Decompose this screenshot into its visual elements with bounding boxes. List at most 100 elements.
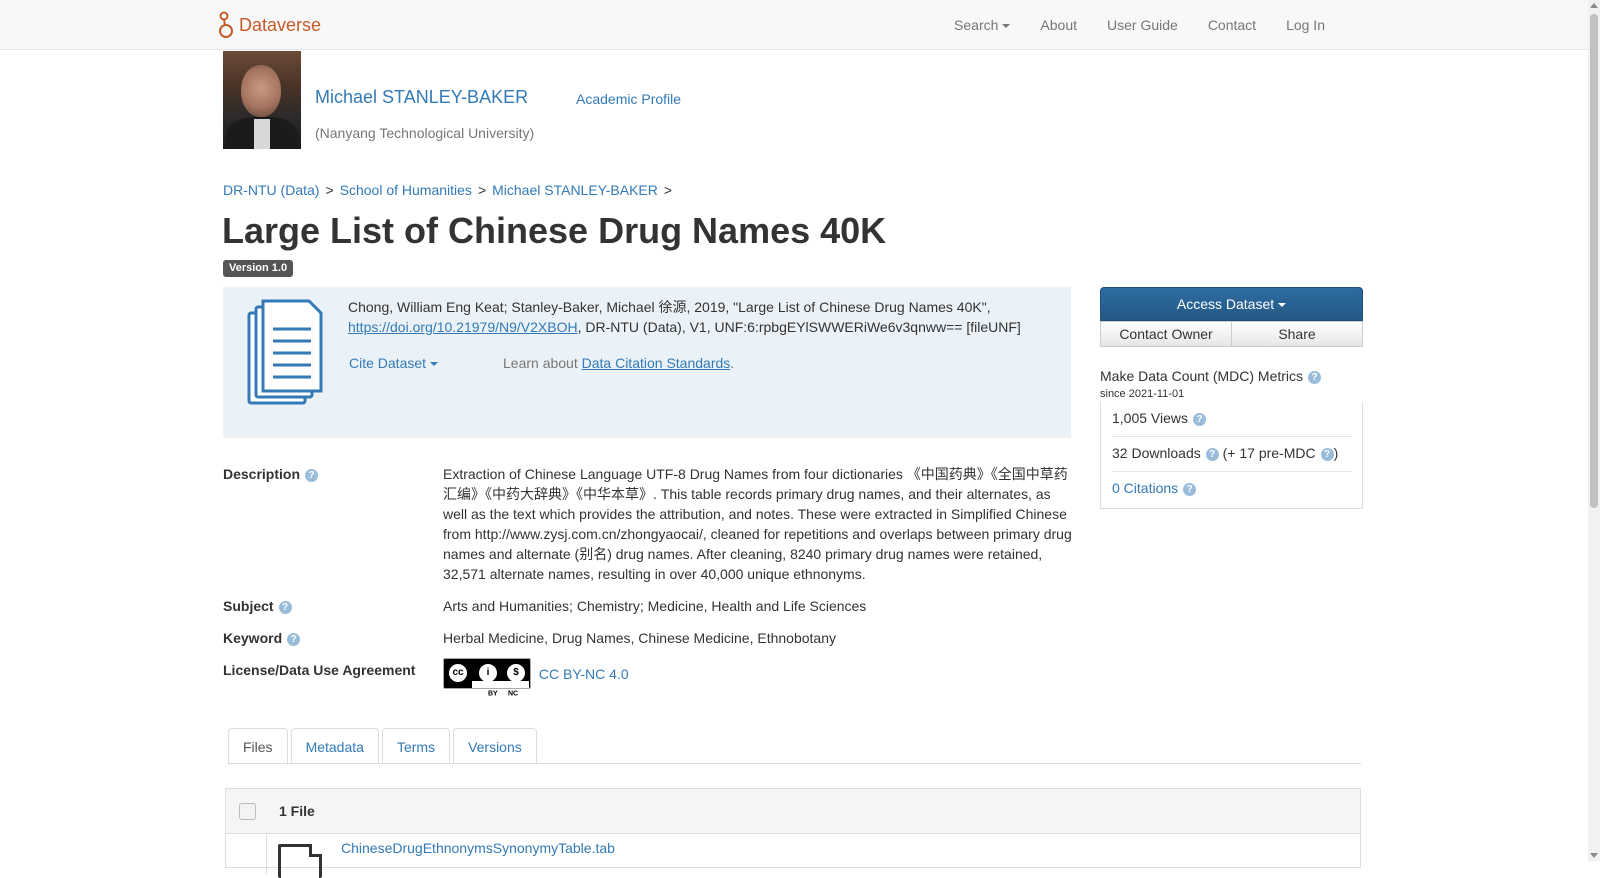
dataset-title: Large List of Chinese Drug Names 40K <box>222 210 887 251</box>
contact-owner-button[interactable]: Contact Owner <box>1100 321 1232 347</box>
nav-links: Search About User Guide Contact Log In <box>939 0 1340 50</box>
files-table-header: 1 File <box>226 789 1360 834</box>
downloads-metric: 32 Downloads? (+ 17 pre-MDC?) <box>1112 445 1338 461</box>
description-value: Extraction of Chinese Language UTF-8 Dru… <box>443 466 1072 582</box>
breadcrumb-separator: > <box>325 182 334 198</box>
citations-metric: 0 Citations? <box>1112 480 1197 496</box>
table-row: ChineseDrugEthnonymsSynonymyTable.tab <box>226 834 1360 878</box>
breadcrumb-separator: > <box>663 182 673 198</box>
learn-about-text: Learn about Data Citation Standards. <box>503 355 734 371</box>
question-icon[interactable]: ? <box>1320 448 1334 461</box>
dataverse-name-link[interactable]: Michael STANLEY-BAKER <box>315 87 528 108</box>
cell-divider <box>266 834 267 874</box>
divider <box>1112 471 1352 472</box>
citation-text: Chong, William Eng Keat; Stanley-Baker, … <box>348 297 1063 337</box>
citations-link[interactable]: 0 Citations <box>1112 480 1178 496</box>
version-badge: Version 1.0 <box>223 260 294 277</box>
file-icon <box>278 844 322 878</box>
license-label: License/Data Use Agreement <box>223 662 416 678</box>
nav-contact[interactable]: Contact <box>1193 0 1271 50</box>
citation-box: Chong, William Eng Keat; Stanley-Baker, … <box>223 287 1071 438</box>
breadcrumb: DR-NTU (Data) > School of Humanities > M… <box>223 182 672 198</box>
dataverse-affiliation: (Nanyang Technological University) <box>315 125 535 141</box>
file-count: 1 File <box>279 803 315 819</box>
cc-license-icon[interactable]: cc i $ BY NC <box>443 658 531 698</box>
mdc-title-label: Make Data Count (MDC) Metrics <box>1100 368 1304 384</box>
breadcrumb-separator: > <box>477 182 487 198</box>
caret-down-icon <box>1278 303 1287 308</box>
subject-label-text: Subject <box>223 598 274 614</box>
license-value: cc i $ BY NC CC BY-NC 4.0 <box>443 658 629 698</box>
share-button[interactable]: Share <box>1232 321 1363 347</box>
question-icon[interactable]: ? <box>1308 371 1322 384</box>
access-dataset-button[interactable]: Access Dataset <box>1100 287 1363 321</box>
views-label: 1,005 Views <box>1112 410 1189 426</box>
question-icon[interactable]: ? <box>1193 413 1207 426</box>
pre-mdc-close: ) <box>1333 445 1339 461</box>
document-icon <box>247 299 323 405</box>
nav-search-label: Search <box>954 17 999 33</box>
description-label-text: Description <box>223 466 301 482</box>
tab-terms[interactable]: Terms <box>381 728 451 764</box>
tab-metadata[interactable]: Metadata <box>290 728 379 764</box>
mdc-since: since 2021-11-01 <box>1100 388 1185 400</box>
keyword-label-text: Keyword <box>223 630 283 646</box>
dataverse-logo-icon <box>219 11 233 38</box>
caret-down-icon <box>430 362 439 367</box>
mdc-metrics-title: Make Data Count (MDC) Metrics? <box>1100 368 1322 384</box>
scroll-down-arrow-icon[interactable] <box>1590 853 1598 858</box>
citation-suffix: , DR-NTU (Data), V1, UNF:6:rpbgEYlSWWERi… <box>577 319 1021 335</box>
scroll-thumb[interactable] <box>1590 14 1598 508</box>
divider <box>1112 436 1352 437</box>
dataset-tabs: Files Metadata Terms Versions <box>228 728 537 765</box>
tab-versions[interactable]: Versions <box>453 728 537 764</box>
file-name-link[interactable]: ChineseDrugEthnonymsSynonymyTable.tab <box>341 840 615 856</box>
nav-user-guide[interactable]: User Guide <box>1092 0 1193 50</box>
avatar-face <box>241 65 281 117</box>
scroll-up-arrow-icon[interactable] <box>1590 3 1598 8</box>
files-table: 1 File ChineseDrugEthnonymsSynonymyTable… <box>225 788 1361 878</box>
breadcrumb-item-school[interactable]: School of Humanities <box>340 182 472 198</box>
dataset-actions: Contact Owner Share <box>1100 321 1363 347</box>
cc-circle: cc <box>447 662 469 684</box>
subject-label: Subject? <box>223 598 292 614</box>
license-link[interactable]: CC BY-NC 4.0 <box>539 666 629 682</box>
avatar-shirt <box>254 119 270 149</box>
citation-authors: Chong, William Eng Keat; Stanley-Baker, … <box>348 299 991 315</box>
access-dataset-label: Access Dataset <box>1176 296 1275 312</box>
cite-dataset-dropdown[interactable]: Cite Dataset <box>349 355 439 371</box>
tab-files[interactable]: Files <box>228 728 288 765</box>
brand[interactable]: Dataverse <box>219 10 321 40</box>
nav-about[interactable]: About <box>1025 0 1092 50</box>
dataverse-avatar[interactable] <box>223 51 301 149</box>
views-metric: 1,005 Views? <box>1112 410 1207 426</box>
metrics-panel: 1,005 Views? 32 Downloads? (+ 17 pre-MDC… <box>1100 402 1363 509</box>
subject-value: Arts and Humanities; Chemistry; Medicine… <box>443 598 867 614</box>
select-all-checkbox[interactable] <box>239 803 256 820</box>
question-icon[interactable]: ? <box>1183 483 1197 496</box>
question-icon[interactable]: ? <box>287 633 301 646</box>
svg-text:NC: NC <box>508 691 518 697</box>
navbar: Dataverse Search About User Guide Contac… <box>0 0 1588 50</box>
downloads-label: 32 Downloads <box>1112 445 1201 461</box>
keyword-value: Herbal Medicine, Drug Names, Chinese Med… <box>443 630 836 646</box>
scrollbar[interactable] <box>1588 0 1600 861</box>
doi-link[interactable]: https://doi.org/10.21979/N9/V2XBOH <box>348 319 578 335</box>
description-label: Description? <box>223 466 319 482</box>
breadcrumb-item-dataverse[interactable]: Michael STANLEY-BAKER <box>492 182 658 198</box>
data-citation-standards-link[interactable]: Data Citation Standards <box>582 355 731 371</box>
learn-suffix: . <box>730 355 735 371</box>
question-icon[interactable]: ? <box>278 601 292 614</box>
cc-badge-bar: BY NC <box>472 681 529 698</box>
breadcrumb-item-dr-ntu[interactable]: DR-NTU (Data) <box>223 182 319 198</box>
learn-prefix: Learn about <box>503 355 582 371</box>
question-icon[interactable]: ? <box>305 469 319 482</box>
nav-login[interactable]: Log In <box>1271 0 1340 50</box>
caret-down-icon <box>1002 24 1011 29</box>
cc-badge-labels: BY NC <box>488 691 518 698</box>
academic-profile-link[interactable]: Academic Profile <box>576 91 681 107</box>
question-icon[interactable]: ? <box>1205 448 1219 461</box>
tabs-divider <box>228 763 1361 764</box>
nav-search[interactable]: Search <box>939 0 1025 50</box>
cite-dataset-label: Cite Dataset <box>349 355 427 371</box>
